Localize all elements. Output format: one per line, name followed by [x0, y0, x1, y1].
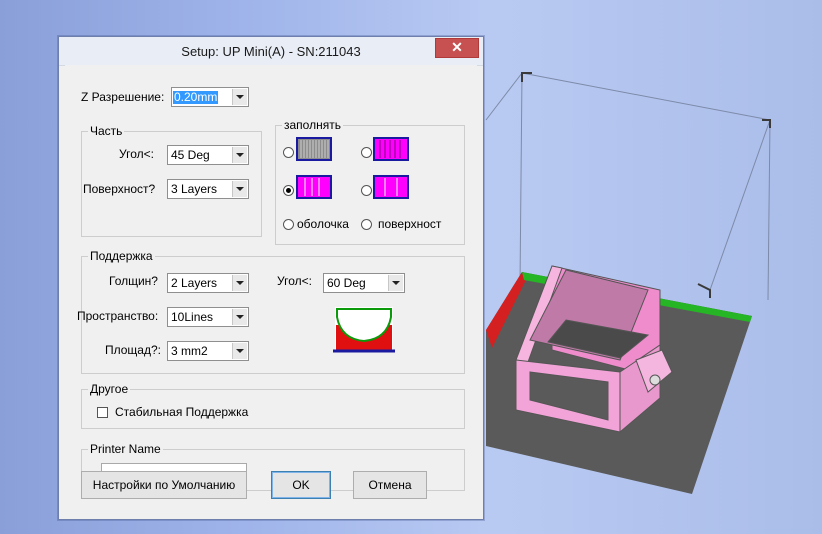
dialog-content: Z Разрешение: 0.20mm Часть Угол<: 45 Deg…: [65, 65, 477, 513]
window-title: Setup: UP Mini(A) - SN:211043: [181, 44, 361, 59]
support-angle-label: Угол<:: [277, 274, 312, 288]
stable-support-label: Стабильная Поддержка: [115, 405, 249, 419]
chevron-down-icon: [232, 147, 247, 163]
fill-loose-icon: [373, 137, 409, 161]
ok-button[interactable]: OK: [271, 471, 331, 499]
support-space-select[interactable]: 10Lines: [167, 307, 249, 327]
fill-shell-radio[interactable]: [283, 219, 294, 230]
support-legend: Поддержка: [88, 249, 155, 263]
fill-option-4-radio[interactable]: [361, 185, 372, 196]
fill-option-2-radio[interactable]: [361, 147, 372, 158]
chevron-down-icon: [232, 89, 247, 105]
support-thickness-label: Голщин?: [109, 274, 158, 288]
fill-shell-label: оболочка: [297, 217, 349, 231]
fill-legend: заполнять: [282, 118, 343, 132]
build-volume-wireframe: [485, 72, 771, 301]
fill-option-1-radio[interactable]: [283, 147, 294, 158]
other-legend: Другое: [88, 382, 131, 396]
part-surface-label: Поверхност?: [83, 182, 156, 196]
chevron-down-icon: [388, 275, 403, 291]
cancel-button[interactable]: Отмена: [353, 471, 427, 499]
chevron-down-icon: [232, 343, 247, 359]
stable-support-checkbox[interactable]: [97, 407, 108, 418]
setup-dialog: Setup: UP Mini(A) - SN:211043 ✕ Z Разреш…: [58, 36, 484, 520]
printer-name-legend: Printer Name: [88, 442, 163, 456]
support-area-select[interactable]: 3 mm2: [167, 341, 249, 361]
part-angle-label: Угол<:: [119, 147, 154, 161]
support-angle-select[interactable]: 60 Deg: [323, 273, 405, 293]
z-resolution-select[interactable]: 0.20mm: [171, 87, 249, 107]
support-area-label: Площад?:: [105, 343, 161, 357]
support-preview-icon: [333, 307, 395, 353]
title-bar[interactable]: Setup: UP Mini(A) - SN:211043 ✕: [59, 37, 483, 66]
fill-hollow-icon: [373, 175, 409, 199]
support-thickness-select[interactable]: 2 Layers: [167, 273, 249, 293]
chevron-down-icon: [232, 181, 247, 197]
part-surface-select[interactable]: 3 Layers: [167, 179, 249, 199]
z-resolution-label: Z Разрешение:: [81, 90, 165, 104]
fill-medium-icon: [296, 175, 332, 199]
defaults-button[interactable]: Настройки по Умолчанию: [81, 471, 247, 499]
fill-surface-label: поверхност: [378, 217, 442, 231]
chevron-down-icon: [232, 275, 247, 291]
close-button[interactable]: ✕: [435, 38, 479, 58]
close-icon: ✕: [451, 39, 463, 55]
part-legend: Часть: [88, 124, 125, 138]
support-space-label: Пространство:: [77, 309, 159, 323]
corner-markers: [521, 72, 771, 298]
fill-dense-icon: [296, 137, 332, 161]
fill-option-3-radio[interactable]: [283, 185, 294, 196]
chevron-down-icon: [232, 309, 247, 325]
fill-surface-radio[interactable]: [361, 219, 372, 230]
part-angle-select[interactable]: 45 Deg: [167, 145, 249, 165]
